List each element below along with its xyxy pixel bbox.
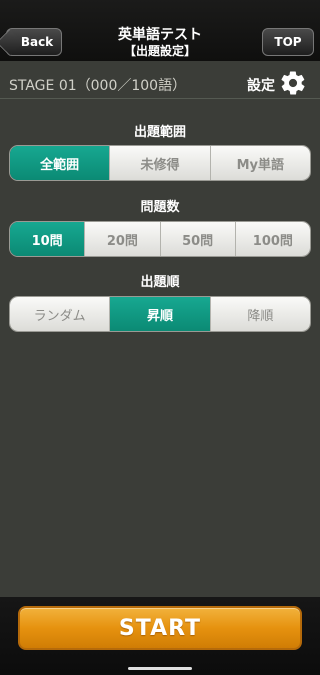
top-button[interactable]: TOP: [262, 28, 314, 56]
count-segmented-control: 10問 20問 50問 100問: [9, 221, 311, 257]
order-section-title: 出題順: [140, 275, 180, 290]
settings-label[interactable]: 設定: [247, 75, 275, 95]
range-option-all[interactable]: 全範囲: [10, 146, 110, 180]
order-option-descending[interactable]: 降順: [209, 297, 310, 331]
count-section-title: 問題数: [140, 200, 180, 215]
range-section-title: 出題範囲: [133, 125, 186, 140]
range-segmented-control: 全範囲 未修得 My単語: [9, 145, 311, 181]
home-indicator: [128, 667, 192, 670]
stage-progress-text: STAGE 01（000／100語）: [9, 78, 187, 94]
start-button[interactable]: START: [18, 606, 302, 650]
range-option-my-words[interactable]: My単語: [209, 146, 310, 180]
count-option-50[interactable]: 50問: [159, 222, 235, 256]
order-option-ascending[interactable]: 昇順: [109, 297, 210, 331]
count-option-20[interactable]: 20問: [84, 222, 160, 256]
top-button-label: TOP: [274, 35, 302, 49]
count-option-100[interactable]: 100問: [234, 222, 310, 256]
order-option-random[interactable]: ランダム: [10, 297, 110, 331]
range-option-unlearned[interactable]: 未修得: [109, 146, 210, 180]
gear-icon[interactable]: [279, 69, 307, 97]
count-option-10[interactable]: 10問: [10, 222, 85, 256]
app-header: Back 英単語テスト 【出題設定】 TOP: [0, 0, 320, 61]
stage-bar: STAGE 01（000／100語） 設定: [0, 61, 320, 99]
order-segmented-control: ランダム 昇順 降順: [9, 296, 311, 332]
